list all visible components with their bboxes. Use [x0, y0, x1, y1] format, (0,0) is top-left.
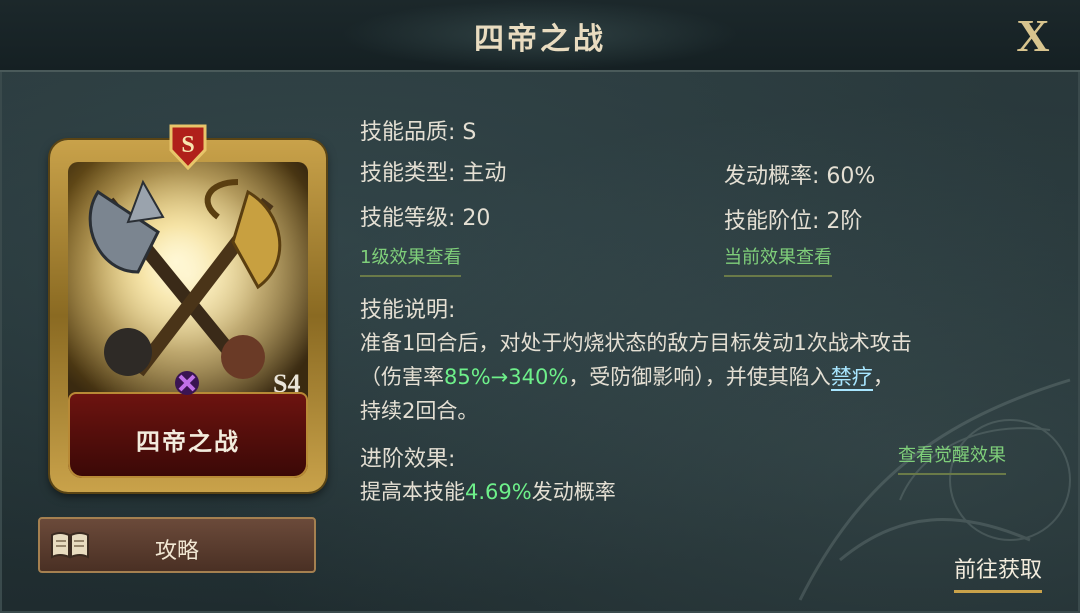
- acquire-button[interactable]: 前往获取: [954, 552, 1043, 593]
- skill-quality: 技能品质: S: [360, 120, 477, 145]
- damage-rate-value: 85%→340%: [444, 365, 569, 389]
- awaken-effect-link[interactable]: 查看觉醒效果: [898, 441, 1006, 475]
- page-title: 四帝之战: [474, 22, 606, 57]
- skill-detail-panel: 四帝之战 X S4 四帝之战 S 攻略 技能品质: S 技能类型: 主动 技能等…: [0, 0, 1080, 613]
- guide-button[interactable]: 攻略: [38, 517, 316, 573]
- advance-effect: 提高本技能4.69%发动概率: [360, 480, 616, 504]
- faction-symbol-icon: [175, 371, 199, 395]
- skill-trigger-rate: 发动概率: 60%: [724, 164, 876, 189]
- level1-effect-link[interactable]: 1级效果查看: [360, 243, 462, 277]
- description-line: （伤害率85%→340%，受防御影响），并使其陷入禁疗，: [360, 365, 894, 391]
- title-bar: 四帝之战 X: [0, 0, 1080, 72]
- skill-type: 技能类型: 主动: [360, 161, 507, 186]
- advance-value: 4.69%: [465, 480, 532, 504]
- keyword-heal-ban[interactable]: 禁疗: [830, 365, 873, 391]
- skill-card-nameplate: 四帝之战: [68, 392, 308, 478]
- description-heading: 技能说明:: [360, 298, 456, 323]
- skill-card: S4 四帝之战: [50, 140, 326, 492]
- current-effect-link[interactable]: 当前效果查看: [724, 243, 832, 277]
- guide-button-label: 攻略: [154, 539, 199, 564]
- skill-tier: 技能阶位: 2阶: [724, 209, 863, 234]
- svg-text:S: S: [181, 132, 194, 158]
- description-line: 准备1回合后，对处于灼烧状态的敌方目标发动1次战术攻击: [360, 331, 912, 355]
- skill-card-name: 四帝之战: [136, 428, 240, 456]
- close-button[interactable]: X: [1008, 12, 1058, 60]
- advance-heading: 进阶效果:: [360, 447, 456, 472]
- skill-description: 准备1回合后，对处于灼烧状态的敌方目标发动1次战术攻击 （伤害率85%→340%…: [360, 326, 1020, 428]
- s-rank-badge: S: [169, 124, 207, 170]
- description-line: 持续2回合。: [360, 399, 479, 423]
- skill-level: 技能等级: 20: [360, 206, 491, 231]
